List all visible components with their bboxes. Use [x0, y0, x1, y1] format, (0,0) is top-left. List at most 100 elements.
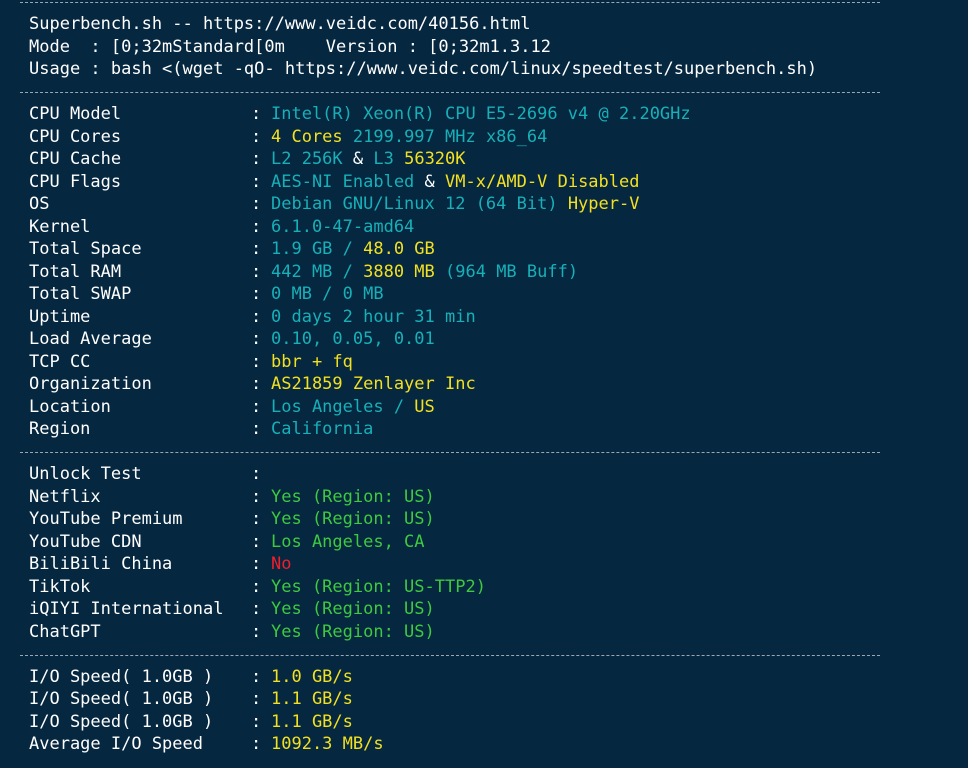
tiktok-label: TikTok [29, 577, 91, 597]
separator: : [251, 487, 262, 507]
total-ram-value: 442 MB / 3880 MB (964 MB Buff) [271, 261, 578, 283]
chatgpt-label: ChatGPT [29, 622, 101, 642]
separator: : [251, 374, 262, 394]
cpu-model-label: CPU Model [29, 104, 122, 124]
script-title: Superbench.sh -- https://www.veidc.com/4… [29, 14, 531, 34]
chatgpt-value: Yes (Region: US) [271, 622, 435, 642]
io-speed-value: 1.1 GB/s [271, 712, 353, 732]
separator: : [251, 419, 262, 439]
bilibili-label: BiliBili China [29, 554, 173, 574]
cpu-cache-value: L2 256K & L3 56320K [271, 148, 466, 170]
vm-flag: VM-x/AMD-V Disabled [445, 172, 640, 192]
netflix-label: Netflix [29, 487, 101, 507]
average-io-value: 1092.3 MB/s [271, 734, 384, 754]
separator: : [251, 127, 262, 147]
separator: : [251, 352, 262, 372]
space-used: 1.9 GB / [271, 239, 364, 259]
virtualization: Hyper-V [557, 194, 640, 214]
location-label: Location [29, 397, 111, 417]
location-city: Los Angeles / [271, 397, 415, 417]
os-value: Debian GNU/Linux 12 (64 Bit) Hyper-V [271, 193, 639, 215]
io-speed-label: I/O Speed( 1.0GB ) [29, 667, 214, 687]
mode-version-line: Mode : [0;32mStandard[0m Version : [0;32… [29, 37, 551, 57]
tiktok-value: Yes (Region: US-TTP2) [271, 577, 486, 597]
separator: : [251, 194, 262, 214]
separator: : [251, 577, 262, 597]
separator: : [251, 307, 262, 327]
netflix-value: Yes (Region: US) [271, 487, 435, 507]
section-divider [20, 92, 880, 93]
os-name: Debian GNU/Linux 12 (64 Bit) [271, 194, 558, 214]
separator: : [251, 239, 262, 259]
average-io-label: Average I/O Speed [29, 734, 203, 754]
separator: : [251, 667, 262, 687]
youtube-premium-label: YouTube Premium [29, 509, 183, 529]
aes-flag: AES-NI Enabled [271, 172, 415, 192]
ampersand: & [414, 172, 446, 192]
unlock-test-heading: Unlock Test [29, 464, 142, 484]
space-total: 48.0 GB [363, 239, 435, 259]
ram-total: 3880 MB [363, 262, 435, 282]
location-value: Los Angeles / US [271, 396, 435, 418]
load-average-value: 0.10, 0.05, 0.01 [271, 329, 435, 349]
l2-cache: L2 256K [271, 149, 343, 169]
ram-buff: (964 MB Buff) [434, 262, 579, 282]
separator: : [251, 689, 262, 709]
separator: : [251, 554, 262, 574]
l3-cache: 56320K [404, 149, 466, 169]
ampersand: & [342, 149, 374, 169]
iqiyi-label: iQIYI International [29, 599, 224, 619]
separator: : [251, 532, 262, 552]
separator: : [251, 262, 262, 282]
io-speed-value: 1.1 GB/s [271, 689, 353, 709]
separator: : [251, 329, 262, 349]
cpu-cache-label: CPU Cache [29, 149, 122, 169]
separator: : [251, 149, 262, 169]
l3-prefix: L3 [373, 149, 405, 169]
separator: : [251, 622, 262, 642]
io-speed-value: 1.0 GB/s [271, 667, 353, 687]
uptime-label: Uptime [29, 307, 91, 327]
usage-line: Usage : bash <(wget -qO- https://www.vei… [29, 59, 818, 79]
separator: : [251, 104, 262, 124]
region-value: California [271, 419, 374, 439]
cpu-cores-label: CPU Cores [29, 127, 122, 147]
separator: : [251, 734, 262, 754]
organization-label: Organization [29, 374, 152, 394]
load-average-label: Load Average [29, 329, 152, 349]
top-divider [20, 2, 880, 3]
cpu-model-value: Intel(R) Xeon(R) CPU E5-2696 v4 @ 2.20GH… [271, 104, 691, 124]
total-swap-value: 0 MB / 0 MB [271, 284, 384, 304]
cpu-cores-count: 4 Cores [271, 127, 343, 147]
tcp-cc-value: bbr + fq [271, 352, 353, 372]
total-swap-label: Total SWAP [29, 284, 132, 304]
youtube-cdn-value: Los Angeles, CA [271, 532, 425, 552]
total-space-value: 1.9 GB / 48.0 GB [271, 238, 435, 260]
separator: : [251, 172, 262, 192]
separator: : [251, 509, 262, 529]
cpu-cores-value: 4 Cores 2199.997 MHz x86_64 [271, 126, 547, 148]
kernel-value: 6.1.0-47-amd64 [271, 217, 415, 237]
uptime-value: 0 days 2 hour 31 min [271, 307, 476, 327]
region-label: Region [29, 419, 91, 439]
separator: : [251, 599, 262, 619]
separator: : [251, 464, 262, 484]
cpu-flags-label: CPU Flags [29, 172, 122, 192]
cpu-flags-value: AES-NI Enabled & VM-x/AMD-V Disabled [271, 171, 639, 193]
io-speed-label: I/O Speed( 1.0GB ) [29, 689, 214, 709]
bilibili-value: No [271, 554, 292, 574]
organization-value: AS21859 Zenlayer Inc [271, 374, 476, 394]
section-divider [20, 452, 880, 453]
separator: : [251, 284, 262, 304]
total-ram-label: Total RAM [29, 262, 122, 282]
youtube-premium-value: Yes (Region: US) [271, 509, 435, 529]
cpu-cores-freq: 2199.997 MHz x86_64 [342, 127, 548, 147]
ram-used: 442 MB / [271, 262, 364, 282]
terminal-window[interactable]: Superbench.sh -- https://www.veidc.com/4… [0, 0, 968, 768]
tcp-cc-label: TCP CC [29, 352, 91, 372]
youtube-cdn-label: YouTube CDN [29, 532, 142, 552]
iqiyi-value: Yes (Region: US) [271, 599, 435, 619]
os-label: OS [29, 194, 50, 214]
kernel-label: Kernel [29, 217, 91, 237]
io-speed-label: I/O Speed( 1.0GB ) [29, 712, 214, 732]
